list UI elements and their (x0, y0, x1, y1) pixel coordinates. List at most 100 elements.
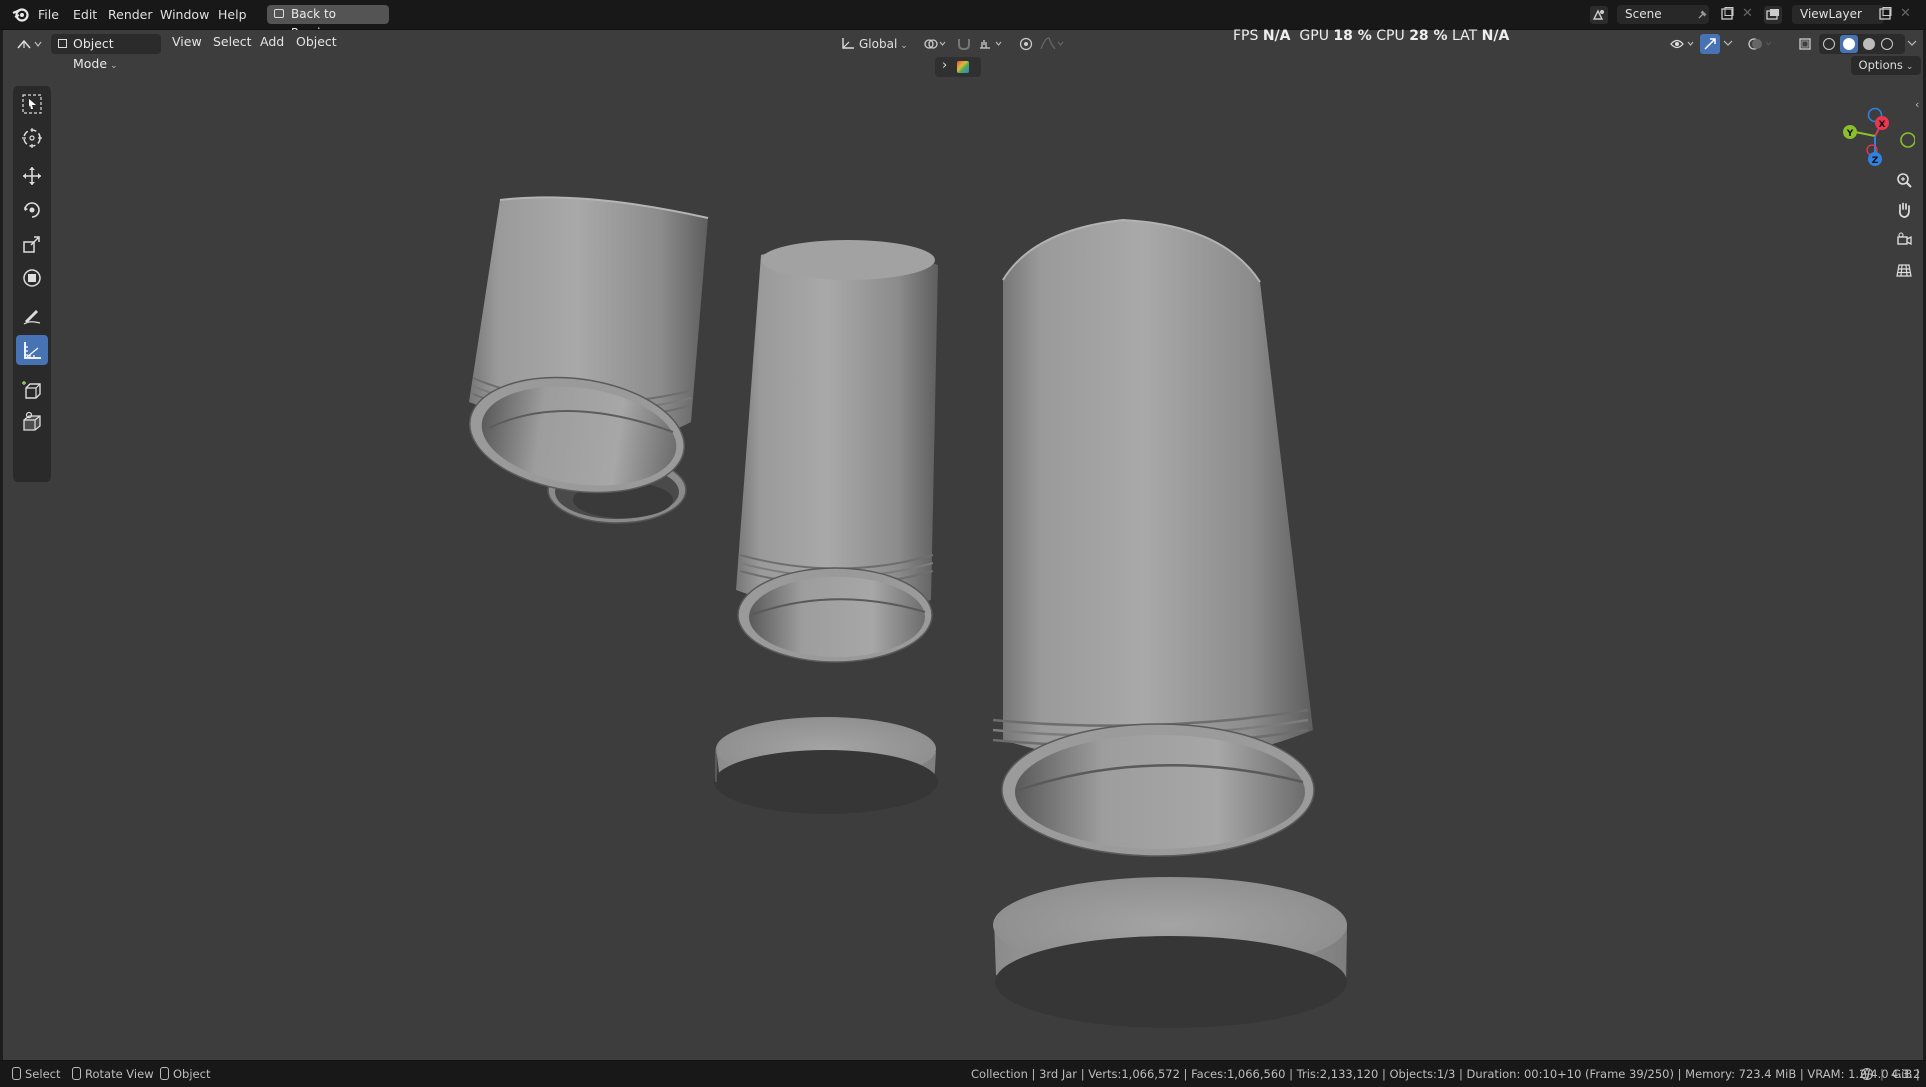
chevron-right-icon: › (942, 58, 948, 73)
menu-window[interactable]: Window (160, 7, 209, 22)
scene-name-field[interactable]: Scene (1617, 5, 1709, 24)
overlays-icon[interactable] (1747, 36, 1775, 52)
sidebar-toggle-icon[interactable]: ‹ (1915, 98, 1919, 111)
scale-tool[interactable] (16, 229, 48, 259)
jar-2[interactable] (736, 240, 938, 663)
menu-file[interactable]: File (38, 7, 59, 22)
back-to-previous-button[interactable]: Back to Previous (267, 5, 389, 40)
scale-icon (23, 236, 40, 253)
transform-orientation-dropdown[interactable]: Global ⌄ (841, 34, 908, 54)
status-bar: Select Rotate View Object Collection | 3… (0, 1060, 1926, 1087)
menu-view[interactable]: View (172, 34, 202, 49)
cursor-tool[interactable] (16, 123, 48, 153)
menu-edit[interactable]: Edit (73, 7, 97, 22)
top-menubar: File Edit Render Window Help Back to Pre… (0, 0, 1926, 40)
cpu-value: 28 % (1409, 28, 1448, 44)
orientation-global-icon (842, 38, 854, 49)
xray-icon[interactable] (1797, 36, 1813, 52)
menu-render[interactable]: Render (108, 7, 153, 22)
delete-viewlayer-icon[interactable]: ✕ (1900, 6, 1911, 21)
scene-browse-button[interactable] (1590, 6, 1608, 24)
status-rotate-hint: Rotate View (72, 1067, 154, 1081)
blender-logo-icon[interactable] (12, 7, 30, 22)
visibility-icon[interactable] (1669, 36, 1697, 52)
annotate-tool[interactable] (16, 301, 48, 331)
viewlayer-name: ViewLayer (1800, 7, 1862, 21)
lat-value: N/A (1481, 28, 1510, 44)
object-mode-icon (58, 39, 67, 48)
cursor-icon (22, 128, 42, 148)
proportional-editing-icon[interactable] (1018, 36, 1034, 52)
object-mode-dropdown[interactable]: Object Mode ⌄ (51, 34, 161, 71)
measure-tool[interactable] (16, 335, 48, 365)
falloff-curve-icon[interactable] (1039, 36, 1065, 52)
3d-viewport[interactable]: Object Mode ⌄ View Select Add Object Glob… (3, 28, 1923, 1060)
region-toggle[interactable]: › (935, 57, 981, 77)
menu-help[interactable]: Help (218, 7, 247, 22)
annotate-icon (23, 310, 41, 325)
chevron-down-icon: ⌄ (110, 61, 118, 71)
camera-view-button[interactable] (1890, 226, 1918, 254)
grid-perspective-icon (1896, 264, 1912, 277)
scene-statistics: Collection | 3rd Jar | Verts:1,066,572 |… (971, 1067, 1920, 1081)
viewlayer-browse-button[interactable] (1764, 6, 1782, 24)
gizmo-z-label: Z (1872, 156, 1879, 166)
status-select-label: Select (25, 1067, 61, 1081)
shading-mode-group (1819, 34, 1905, 54)
viewlayer-name-field[interactable]: ViewLayer (1792, 5, 1884, 24)
new-viewlayer-icon[interactable] (1878, 7, 1892, 21)
editor-type-icon[interactable] (15, 36, 43, 52)
cpu-label: CPU (1376, 28, 1405, 44)
transform-icon (23, 269, 41, 287)
add-cube-icon (22, 381, 41, 399)
mouse-right-icon (160, 1067, 169, 1080)
transform-tool[interactable] (16, 263, 48, 293)
perspective-toggle-button[interactable] (1890, 256, 1918, 284)
fps-label: FPS (1233, 28, 1259, 44)
lat-label: LAT (1452, 28, 1478, 44)
gpu-label: GPU (1299, 28, 1329, 44)
navigation-gizmo[interactable]: X Y Z (1823, 92, 1915, 172)
gizmo-toggle-button[interactable] (1700, 34, 1720, 54)
options-dropdown[interactable]: Options ⌄ (1851, 56, 1921, 75)
orientation-label: Global (859, 37, 898, 51)
material-shading-icon[interactable] (1863, 38, 1875, 50)
delete-scene-icon[interactable]: ✕ (1742, 6, 1753, 21)
add-cube-tool[interactable] (16, 375, 48, 405)
scene-cube-icon (957, 61, 969, 73)
rendered-shading-icon[interactable] (1881, 38, 1893, 50)
scene-name: Scene (1625, 7, 1662, 21)
jar-1[interactable] (462, 196, 709, 524)
pan-view-button[interactable] (1890, 196, 1918, 224)
gizmo-icon (1704, 38, 1716, 50)
zoom-view-button[interactable] (1890, 166, 1918, 194)
gizmo-dropdown-icon[interactable] (1723, 39, 1733, 47)
lid-2[interactable] (714, 717, 938, 814)
jar-3[interactable] (992, 218, 1315, 857)
menu-add[interactable]: Add (260, 34, 284, 49)
snap-target-icon[interactable] (978, 36, 1006, 52)
new-scene-icon[interactable] (1720, 7, 1734, 21)
blender-version: 4.3.2 (1891, 1067, 1921, 1081)
status-object-label: Object (173, 1067, 211, 1081)
rotate-tool[interactable] (16, 195, 48, 225)
pin-icon[interactable] (1697, 9, 1708, 20)
extrude-tool[interactable] (16, 407, 48, 437)
shading-dropdown-icon[interactable] (1907, 39, 1917, 47)
lid-3[interactable] (993, 877, 1347, 1028)
move-tool[interactable] (16, 161, 48, 191)
scene-render (462, 196, 1347, 1028)
menu-select[interactable]: Select (213, 34, 252, 49)
menu-object[interactable]: Object (296, 34, 337, 49)
gizmo-y-label: Y (1846, 129, 1854, 139)
solid-shading-icon[interactable] (1840, 35, 1858, 53)
select-box-tool[interactable] (16, 89, 48, 119)
snap-icon[interactable] (956, 36, 972, 52)
globe-icon (1860, 1067, 1874, 1081)
screen-icon (274, 9, 284, 18)
pivot-point-icon[interactable] (923, 37, 947, 51)
measure-icon (24, 342, 41, 359)
wireframe-shading-icon[interactable] (1823, 38, 1835, 50)
status-select-hint: Select (12, 1067, 60, 1081)
move-icon (23, 167, 41, 185)
